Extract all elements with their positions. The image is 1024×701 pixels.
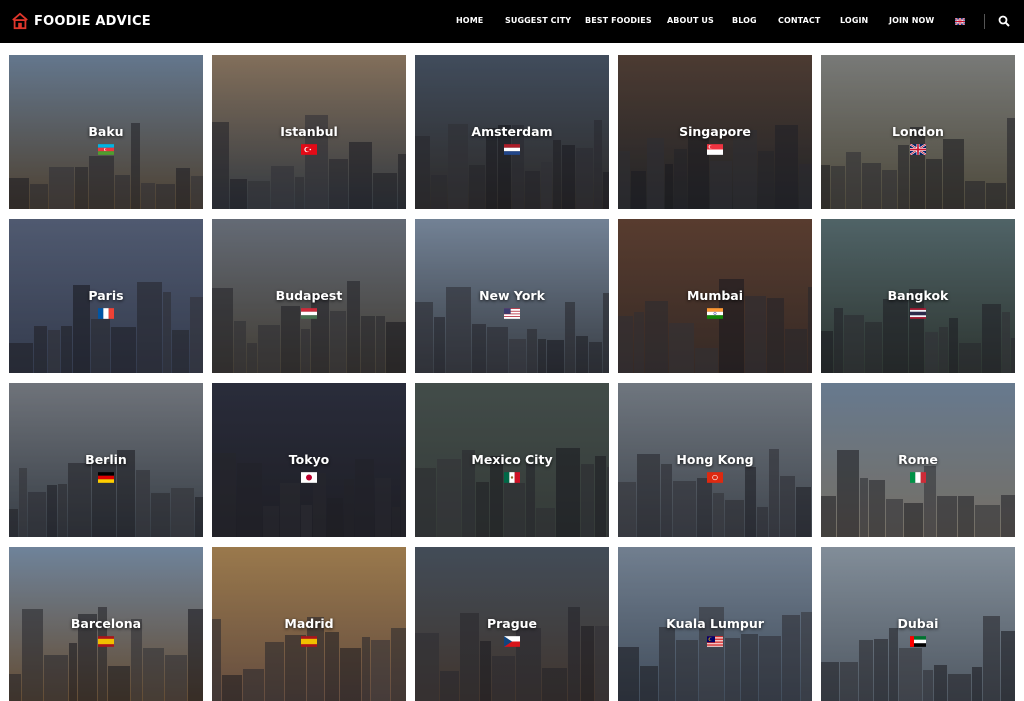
nav-best-foodies[interactable]: BEST FOODIES xyxy=(585,16,652,25)
city-name: Dubai xyxy=(897,616,939,631)
mexico-flag-icon xyxy=(504,472,520,483)
city-name: Prague xyxy=(486,616,538,631)
city-name: Barcelona xyxy=(70,616,142,631)
city-card-hong-kong[interactable]: Hong Kong xyxy=(618,383,812,537)
city-card-barcelona[interactable]: Barcelona xyxy=(9,547,203,701)
turkey-flag-icon xyxy=(301,144,317,155)
czech-flag-icon xyxy=(504,636,520,647)
uae-flag-icon xyxy=(910,636,926,647)
uk-flag-icon[interactable] xyxy=(955,18,965,25)
singapore-flag-icon xyxy=(707,144,723,155)
city-name: Berlin xyxy=(85,452,127,467)
city-card-madrid[interactable]: Madrid xyxy=(212,547,406,701)
japan-flag-icon xyxy=(301,472,317,483)
city-name: Istanbul xyxy=(280,124,338,139)
search-icon[interactable] xyxy=(998,15,1010,27)
city-card-mexico-city[interactable]: Mexico City xyxy=(415,383,609,537)
city-card-mumbai[interactable]: Mumbai xyxy=(618,219,812,373)
city-card-prague[interactable]: Prague xyxy=(415,547,609,701)
france-flag-icon xyxy=(98,308,114,319)
city-card-amsterdam[interactable]: Amsterdam xyxy=(415,55,609,209)
thailand-flag-icon xyxy=(910,308,926,319)
city-name: Paris xyxy=(88,288,124,303)
city-name: Bangkok xyxy=(887,288,949,303)
nav-contact[interactable]: CONTACT xyxy=(778,16,820,25)
city-card-baku[interactable]: Baku xyxy=(9,55,203,209)
nav-home[interactable]: HOME xyxy=(456,16,483,25)
city-name: Kuala Lumpur xyxy=(666,616,764,631)
city-name: Rome xyxy=(898,452,938,467)
city-name: Mexico City xyxy=(471,452,553,467)
city-card-dubai[interactable]: Dubai xyxy=(821,547,1015,701)
city-name: Madrid xyxy=(284,616,334,631)
malaysia-flag-icon xyxy=(707,636,723,647)
netherlands-flag-icon xyxy=(504,144,520,155)
azerbaijan-flag-icon xyxy=(98,144,114,155)
italy-flag-icon xyxy=(910,472,926,483)
city-card-tokyo[interactable]: Tokyo xyxy=(212,383,406,537)
city-name: Budapest xyxy=(275,288,343,303)
nav-blog[interactable]: BLOG xyxy=(732,16,757,25)
city-name: Amsterdam xyxy=(471,124,553,139)
india-flag-icon xyxy=(707,308,723,319)
nav-about-us[interactable]: ABOUT US xyxy=(667,16,714,25)
city-card-bangkok[interactable]: Bangkok xyxy=(821,219,1015,373)
nav-suggest-city[interactable]: SUGGEST CITY xyxy=(505,16,571,25)
city-card-kuala-lumpur[interactable]: Kuala Lumpur xyxy=(618,547,812,701)
city-card-new-york[interactable]: New York xyxy=(415,219,609,373)
spain-flag-icon xyxy=(301,636,317,647)
city-card-paris[interactable]: Paris xyxy=(9,219,203,373)
city-card-budapest[interactable]: Budapest xyxy=(212,219,406,373)
nav-login[interactable]: LOGIN xyxy=(840,16,868,25)
hongkong-flag-icon xyxy=(707,472,723,483)
city-card-rome[interactable]: Rome xyxy=(821,383,1015,537)
germany-flag-icon xyxy=(98,472,114,483)
city-name: Mumbai xyxy=(686,288,744,303)
city-name: Baku xyxy=(88,124,124,139)
city-name: Tokyo xyxy=(288,452,330,467)
city-name: Singapore xyxy=(679,124,751,139)
city-name: Hong Kong xyxy=(676,452,754,467)
nav-divider xyxy=(984,14,985,29)
top-navigation-bar: FOODIE ADVICE HOME SUGGEST CITY BEST FOO… xyxy=(0,0,1024,43)
main-nav: HOME SUGGEST CITY BEST FOODIES ABOUT US … xyxy=(0,0,1024,43)
city-card-istanbul[interactable]: Istanbul xyxy=(212,55,406,209)
city-name: New York xyxy=(479,288,545,303)
city-card-singapore[interactable]: Singapore xyxy=(618,55,812,209)
spain-flag-icon xyxy=(98,636,114,647)
city-name: London xyxy=(892,124,944,139)
hungary-flag-icon xyxy=(301,308,317,319)
nav-join-now[interactable]: JOIN NOW xyxy=(889,16,934,25)
city-card-london[interactable]: London xyxy=(821,55,1015,209)
uk-flag-icon xyxy=(910,144,926,155)
usa-flag-icon xyxy=(504,308,520,319)
city-card-berlin[interactable]: Berlin xyxy=(9,383,203,537)
